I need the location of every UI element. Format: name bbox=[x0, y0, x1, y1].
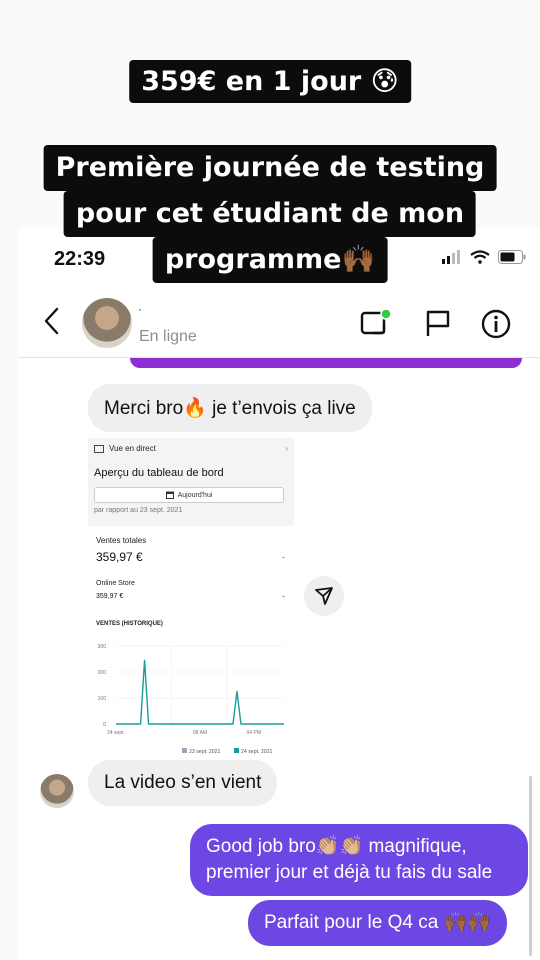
incoming-message[interactable]: Merci bro🔥 je t’envois ça live bbox=[88, 384, 372, 432]
contact-avatar[interactable] bbox=[82, 298, 132, 348]
phone-screen: 22:39 · En ligne Merci bro🔥 je t’envois … bbox=[18, 228, 540, 960]
video-call-icon[interactable] bbox=[360, 308, 394, 338]
share-button[interactable] bbox=[304, 576, 344, 616]
live-view-label: Vue en direct bbox=[109, 444, 156, 453]
legend-swatch bbox=[234, 748, 239, 753]
chat-header: · En ligne bbox=[18, 290, 540, 358]
outgoing-message[interactable]: Parfait pour le Q4 ca 🙌🏾🙌🏾 bbox=[248, 900, 507, 946]
chart-label: VENTES (HISTORIQUE) bbox=[96, 621, 163, 627]
online-store-label: Online Store bbox=[96, 580, 135, 587]
scrollbar[interactable] bbox=[529, 776, 532, 956]
online-store-value: 359,97 € bbox=[96, 593, 124, 600]
x-tick-label: 24 sept. bbox=[107, 730, 125, 736]
outgoing-message[interactable]: Good job bro👏🏼👏🏼 magnifique, premier jou… bbox=[190, 824, 528, 896]
calendar-icon bbox=[165, 491, 174, 499]
total-sales-label: Ventes totales bbox=[96, 536, 147, 545]
dashboard-header: Vue en direct › Aperçu du tableau de bor… bbox=[88, 438, 294, 526]
caption-headline: 359€ en 1 jour 😰 bbox=[129, 60, 411, 103]
caption-line: Première journée de testing bbox=[43, 145, 497, 191]
contact-avatar-small[interactable] bbox=[40, 774, 74, 808]
compare-label: par rapport au 23 sept. 2021 bbox=[94, 507, 183, 514]
legend-label: 24 sept. 2021 bbox=[241, 749, 273, 755]
send-icon bbox=[315, 587, 333, 605]
x-tick-label: 08 AM bbox=[193, 730, 207, 736]
date-picker-button: Aujourd'hui bbox=[94, 487, 284, 503]
caption-line: pour cet étudiant de mon bbox=[63, 191, 477, 237]
previous-message-edge bbox=[130, 358, 522, 368]
legend-label: 23 sept. 2021 bbox=[189, 749, 221, 755]
series-line bbox=[116, 659, 284, 725]
battery-icon bbox=[498, 250, 526, 264]
dashboard-title: Aperçu du tableau de bord bbox=[94, 467, 224, 479]
online-status: En ligne bbox=[139, 328, 197, 345]
legend-swatch bbox=[182, 748, 187, 753]
sales-chart: 300 200 100 024 sept. 08 AM 04 PM 23 sept. 202… bbox=[98, 644, 284, 755]
caption-line: programme🙌🏾 bbox=[152, 237, 388, 283]
online-store-change: - bbox=[282, 591, 285, 601]
date-label: Aujourd'hui bbox=[177, 491, 213, 499]
y-tick-label: 100 bbox=[98, 696, 107, 702]
monitor-icon bbox=[94, 444, 104, 453]
chevron-right-icon: › bbox=[285, 444, 288, 453]
contact-name[interactable]: · bbox=[138, 302, 142, 316]
x-tick-label: 04 PM bbox=[247, 730, 261, 736]
info-icon[interactable] bbox=[480, 308, 512, 340]
live-view-row: Vue en direct › bbox=[94, 444, 288, 453]
total-sales-change: - bbox=[282, 552, 285, 562]
y-tick-label: 0 bbox=[103, 722, 106, 728]
y-tick-label: 200 bbox=[98, 670, 107, 676]
y-tick-label: 300 bbox=[98, 644, 107, 650]
total-sales-value: 359,97 € bbox=[96, 550, 143, 564]
flag-icon[interactable] bbox=[424, 308, 452, 338]
incoming-message[interactable]: La video s’en vient bbox=[88, 760, 278, 806]
back-arrow-icon[interactable] bbox=[42, 306, 60, 336]
caption-subtitle: Première journée de testing pour cet étu… bbox=[43, 145, 497, 283]
shared-screenshot[interactable]: Vue en direct › Aperçu du tableau de bor… bbox=[88, 438, 294, 758]
